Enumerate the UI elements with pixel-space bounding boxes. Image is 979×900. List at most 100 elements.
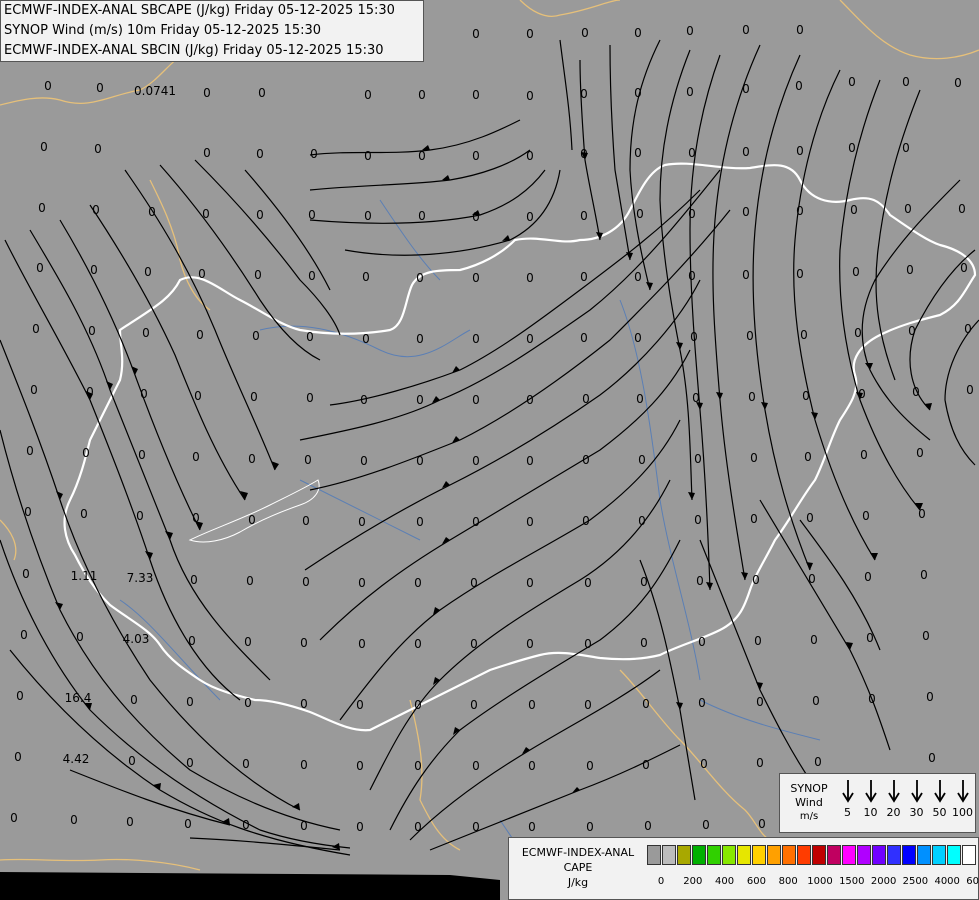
wind-legend-unit: m/s [799, 811, 819, 822]
cape-value-label: 0 [310, 147, 318, 161]
cape-value-label: 0 [364, 209, 372, 223]
cape-value-label: 0 [302, 514, 310, 528]
cape-value-label: 0 [472, 454, 480, 468]
cape-value-label: 0 [416, 271, 424, 285]
cape-color-swatch [947, 845, 961, 865]
cape-value-label: 0 [642, 758, 650, 772]
cape-value-label: 0 [908, 324, 916, 338]
wind-legend-item: 10 [859, 778, 882, 819]
cape-value-label: 0 [742, 145, 750, 159]
cape-value-label: 0 [642, 697, 650, 711]
cape-color-swatch [842, 845, 856, 865]
cape-value-label: 0 [86, 385, 94, 399]
cape-value-label: 0 [472, 820, 480, 834]
cape-color-swatch [932, 845, 946, 865]
cape-value-label: 0 [472, 27, 480, 41]
cape-value-label: 0 [186, 756, 194, 770]
cape-value-label: 0 [38, 201, 46, 215]
cape-tick-label: 600 [746, 876, 766, 887]
cape-value-label: 0 [188, 634, 196, 648]
cape-color-swatch [722, 845, 736, 865]
cape-value-label: 0 [756, 756, 764, 770]
cape-value-label: 0 [360, 454, 368, 468]
cape-value-label: 0 [416, 515, 424, 529]
cape-value-label: 0 [198, 267, 206, 281]
wind-legend-label: SYNOP Wind m/s [784, 782, 834, 824]
cape-value-label: 0 [758, 817, 766, 831]
cape-value-label: 0 [580, 147, 588, 161]
wind-speed-label: 50 [932, 806, 947, 819]
cape-value-label: 0 [638, 453, 646, 467]
cape-value-label: 0 [640, 575, 648, 589]
cape-value-label: 0 [94, 142, 102, 156]
cape-value-label: 0 [858, 387, 866, 401]
cape-value-label: 0 [526, 210, 534, 224]
cape-value-label: 0 [76, 630, 84, 644]
cape-value-label: 0 [22, 567, 30, 581]
cape-value-label: 0 [958, 202, 966, 216]
cape-value-label: 0 [70, 813, 78, 827]
cape-value-label: 0 [868, 692, 876, 706]
cape-value-label: 0 [750, 512, 758, 526]
cape-value-label: 0 [918, 507, 926, 521]
cape-value-label: 0 [414, 759, 422, 773]
cape-value-label: 0 [584, 576, 592, 590]
cape-value-label: 0 [702, 818, 710, 832]
cape-value-label: 0 [814, 755, 822, 769]
cape-value-label: 0 [470, 637, 478, 651]
cape-value-label: 0 [472, 149, 480, 163]
cape-tick-label: 2000 [870, 876, 897, 887]
cape-value-label: 0 [686, 85, 694, 99]
cape-value-label: 0 [148, 205, 156, 219]
cape-tick-label: 1500 [839, 876, 865, 887]
cape-value-label: 0 [966, 383, 974, 397]
cape-value-label: 0 [796, 204, 804, 218]
cape-value-label: 0 [24, 505, 32, 519]
cape-color-swatch [782, 845, 796, 865]
cape-value-label: 0 [810, 633, 818, 647]
cape-value-label: 0 [472, 210, 480, 224]
cape-value-label: 0 [470, 698, 478, 712]
cape-legend-title: ECMWF-INDEX-ANAL [521, 846, 635, 859]
cape-legend-label: ECMWF-INDEX-ANAL CAPE J/kg [513, 845, 643, 890]
cape-color-swatch [917, 845, 931, 865]
cape-value-label: 0 [756, 695, 764, 709]
cape-value-label: 0 [258, 86, 266, 100]
cape-value-label: 0 [796, 23, 804, 37]
cape-value-label: 0 [254, 268, 262, 282]
cape-value-label: 0 [248, 513, 256, 527]
cape-value-label: 0 [906, 263, 914, 277]
cape-value-label: 0 [864, 570, 872, 584]
cape-legend-unit: J/kg [567, 876, 589, 889]
cape-value-label: 0 [358, 515, 366, 529]
cape-tick-label: 2500 [902, 876, 929, 887]
cape-value-label: 0 [88, 324, 96, 338]
cape-value-label: 0 [742, 205, 750, 219]
cape-color-swatch [872, 845, 886, 865]
cape-value-label: 0 [472, 393, 480, 407]
cape-value-label: 0 [795, 79, 803, 93]
cape-value-label: 0 [812, 694, 820, 708]
wind-speed-label: 100 [952, 806, 973, 819]
wind-legend-item: 100 [951, 778, 974, 819]
cape-value-label: 0 [644, 819, 652, 833]
cape-value-label: 0 [242, 818, 250, 832]
cape-value-label: 7.33 [127, 571, 154, 585]
title-line-wind: SYNOP Wind (m/s) 10m Friday 05-12-2025 1… [4, 23, 322, 38]
cape-value-label: 0 [252, 329, 260, 343]
cape-value-label: 0 [920, 568, 928, 582]
cape-value-label: 4.03 [123, 632, 150, 646]
cape-value-label: 0 [926, 690, 934, 704]
cape-value-label: 0 [636, 392, 644, 406]
cape-value-label: 0 [582, 453, 590, 467]
cape-value-label: 4.42 [63, 752, 90, 766]
cape-value-label: 0 [806, 511, 814, 525]
cape-value-label: 0 [136, 509, 144, 523]
cape-value-label: 0 [203, 86, 211, 100]
wind-arrow-icon [836, 778, 859, 806]
cape-value-label: 0 [526, 149, 534, 163]
wind-legend-item: 20 [882, 778, 905, 819]
cape-value-label: 0 [586, 759, 594, 773]
cape-value-label: 0 [196, 328, 204, 342]
cape-value-label: 0 [526, 637, 534, 651]
